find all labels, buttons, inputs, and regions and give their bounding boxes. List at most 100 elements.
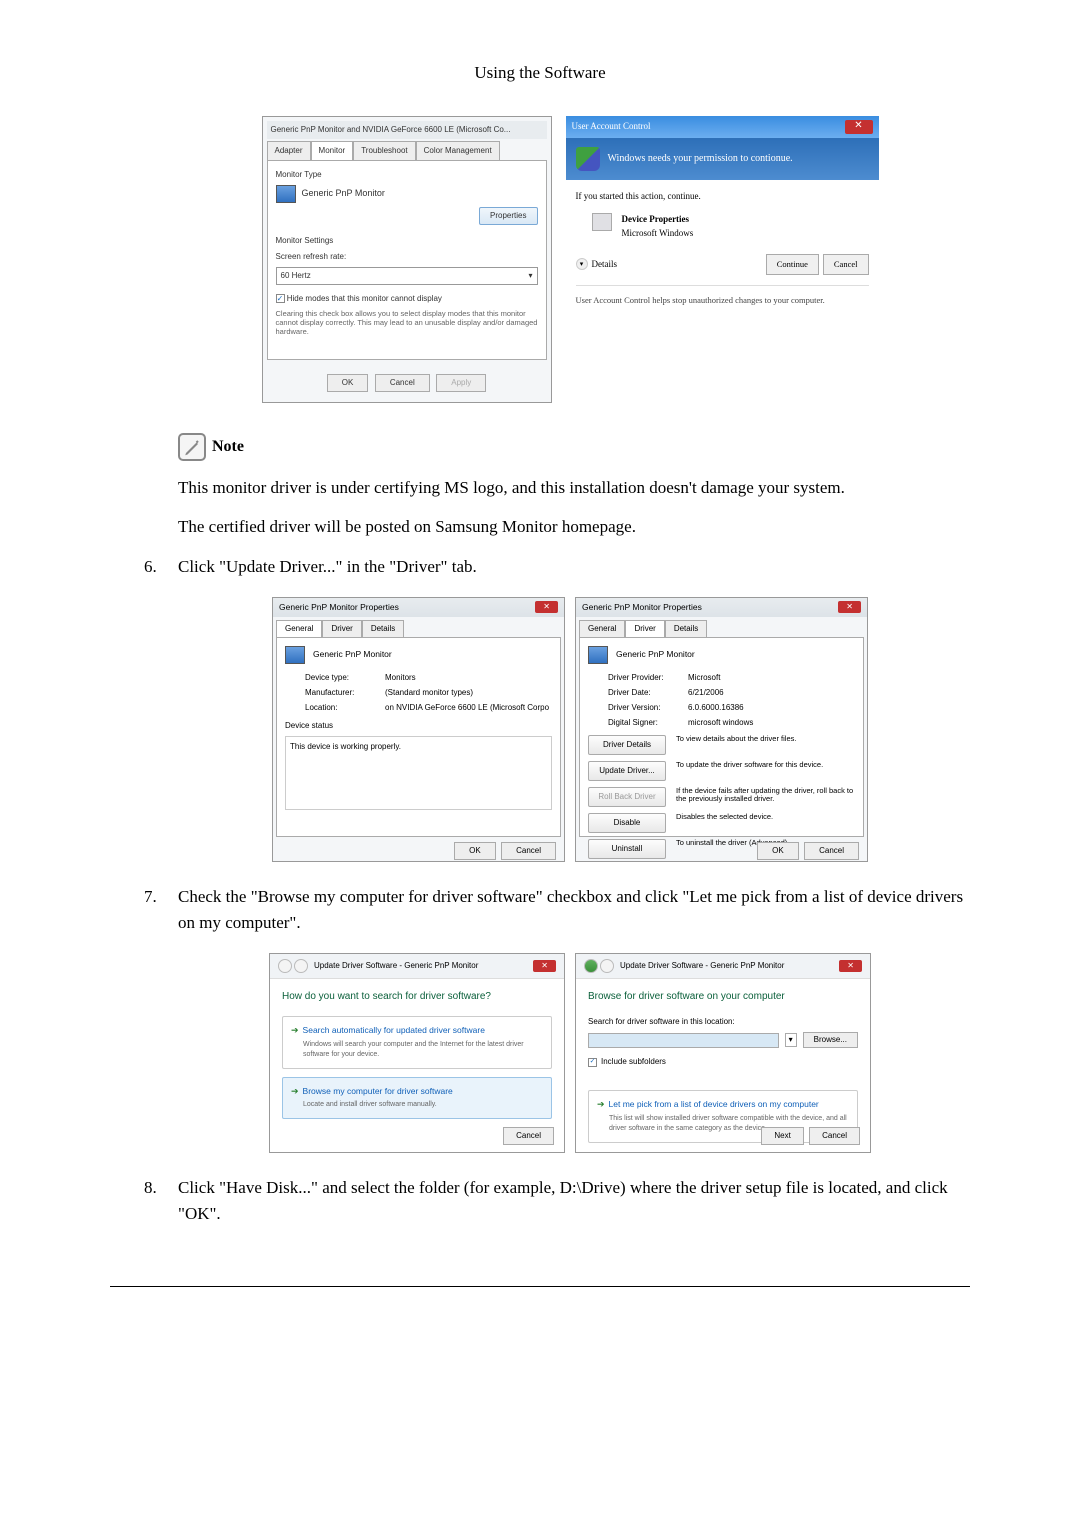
monitor-icon — [276, 185, 296, 203]
tab-general[interactable]: General — [276, 620, 322, 637]
option-search-auto[interactable]: ➔Search automatically for updated driver… — [282, 1016, 552, 1069]
device-status-box: This device is working properly. — [285, 736, 552, 810]
dialog-title-text: Generic PnP Monitor and NVIDIA GeForce 6… — [271, 124, 511, 136]
driver-details-button[interactable]: Driver Details — [588, 735, 666, 755]
version-key: Driver Version: — [608, 702, 688, 714]
cancel-button[interactable]: Cancel — [375, 374, 430, 392]
cancel-button[interactable]: Cancel — [823, 254, 869, 275]
update-driver-button[interactable]: Update Driver... — [588, 761, 666, 781]
cancel-button[interactable]: Cancel — [503, 1127, 554, 1145]
refresh-rate-dropdown[interactable]: 60 Hertz ▾ — [276, 267, 538, 285]
tab-driver[interactable]: Driver — [322, 620, 361, 637]
note-heading: Note — [110, 433, 970, 461]
dialog-titlebar: Generic PnP Monitor Properties ✕ — [273, 598, 564, 617]
next-button[interactable]: Next — [761, 1127, 803, 1145]
ok-button[interactable]: OK — [454, 842, 496, 860]
monitor-type-label: Monitor Type — [276, 169, 538, 181]
back-arrow-icon[interactable] — [278, 959, 292, 973]
details-button[interactable]: ▾ Details — [576, 258, 618, 272]
hide-modes-checkbox-row[interactable]: ✓ Hide modes that this monitor cannot di… — [276, 293, 538, 305]
cancel-button[interactable]: Cancel — [804, 842, 859, 860]
step-number: 7. — [144, 884, 160, 935]
step-number: 6. — [144, 554, 160, 580]
forward-arrow-icon — [600, 959, 614, 973]
tab-details[interactable]: Details — [665, 620, 707, 637]
close-icon[interactable]: ✕ — [535, 601, 558, 613]
manufacturer-value: (Standard monitor types) — [385, 687, 473, 699]
close-icon[interactable]: ✕ — [838, 601, 861, 613]
device-type-key: Device type: — [305, 672, 385, 684]
ok-button[interactable]: OK — [757, 842, 799, 860]
back-arrow-icon[interactable] — [584, 959, 598, 973]
title-text: Generic PnP Monitor Properties — [279, 601, 399, 614]
close-icon[interactable]: ✕ — [845, 120, 873, 134]
monitor-name: Generic PnP Monitor — [616, 648, 695, 661]
path-input[interactable] — [588, 1033, 779, 1048]
step-number: 8. — [144, 1175, 160, 1226]
date-value: 6/21/2006 — [688, 687, 724, 699]
uninstall-button[interactable]: Uninstall — [588, 839, 666, 859]
option-subtitle: Locate and install driver software manua… — [303, 1100, 543, 1111]
tab-general[interactable]: General — [579, 620, 625, 637]
tab-troubleshoot[interactable]: Troubleshoot — [353, 141, 415, 160]
program-icon — [592, 213, 612, 231]
version-value: 6.0.6000.16386 — [688, 702, 744, 714]
tabs: General Driver Details — [576, 617, 867, 637]
uac-footer-text: User Account Control helps stop unauthor… — [576, 285, 869, 307]
dropdown-arrow-icon[interactable]: ▾ — [785, 1033, 797, 1047]
roll-back-button[interactable]: Roll Back Driver — [588, 787, 666, 807]
close-icon[interactable]: ✕ — [839, 960, 862, 972]
driver-details-desc: To view details about the driver files. — [676, 735, 855, 744]
include-subfolders-checkbox[interactable]: ✓ Include subfolders — [588, 1056, 858, 1068]
cancel-button[interactable]: Cancel — [501, 842, 556, 860]
arrow-icon: ➔ — [291, 1024, 299, 1038]
step-8: 8. Click "Have Disk..." and select the f… — [144, 1175, 970, 1226]
breadcrumb: Update Driver Software - Generic PnP Mon… — [314, 960, 478, 972]
apply-button[interactable]: Apply — [436, 374, 486, 392]
hide-modes-hint: Clearing this check box allows you to se… — [276, 309, 538, 336]
date-key: Driver Date: — [608, 687, 688, 699]
tab-color-management[interactable]: Color Management — [416, 141, 500, 160]
monitor-icon — [588, 646, 608, 664]
disable-button[interactable]: Disable — [588, 813, 666, 833]
wizard-titlebar: Update Driver Software - Generic PnP Mon… — [576, 954, 870, 979]
monitor-settings-label: Monitor Settings — [276, 235, 538, 247]
close-icon[interactable]: ✕ — [533, 960, 556, 972]
tab-driver[interactable]: Driver — [625, 620, 664, 637]
arrow-icon: ➔ — [597, 1098, 605, 1112]
uac-banner: Windows needs your permission to contion… — [566, 138, 879, 180]
title-text: Generic PnP Monitor Properties — [582, 601, 702, 614]
uac-body: If you started this action, continue. De… — [566, 180, 879, 317]
tabs-row: Adapter Monitor Troubleshoot Color Manag… — [267, 141, 547, 160]
ok-button[interactable]: OK — [327, 374, 369, 392]
tab-adapter[interactable]: Adapter — [267, 141, 311, 160]
wizard-titlebar: Update Driver Software - Generic PnP Mon… — [270, 954, 564, 979]
tab-monitor[interactable]: Monitor — [311, 141, 354, 160]
dropdown-arrow-icon: ▾ — [528, 270, 532, 282]
step-7: 7. Check the "Browse my computer for dri… — [144, 884, 970, 935]
program-name: Device Properties — [622, 213, 694, 227]
location-value: on NVIDIA GeForce 6600 LE (Microsoft Cor… — [385, 702, 549, 714]
refresh-rate-label: Screen refresh rate: — [276, 251, 538, 263]
shield-icon — [576, 147, 600, 171]
wizard-search-dialog: Update Driver Software - Generic PnP Mon… — [269, 953, 565, 1153]
tab-details[interactable]: Details — [362, 620, 404, 637]
properties-button[interactable]: Properties — [479, 207, 537, 225]
monitor-dialog: Generic PnP Monitor and NVIDIA GeForce 6… — [262, 116, 552, 403]
monitor-icon — [285, 646, 305, 664]
search-label: Search for driver software in this locat… — [588, 1016, 858, 1028]
continue-button[interactable]: Continue — [766, 254, 819, 275]
checkbox-icon: ✓ — [276, 294, 285, 303]
note-paragraph-2: The certified driver will be posted on S… — [110, 514, 970, 540]
uac-controls-row: ▾ Details Continue Cancel — [576, 254, 869, 275]
option-browse-computer[interactable]: ➔Browse my computer for driver software … — [282, 1077, 552, 1119]
browse-button[interactable]: Browse... — [803, 1032, 858, 1048]
properties-general-dialog: Generic PnP Monitor Properties ✕ General… — [272, 597, 565, 862]
option-title: Let me pick from a list of device driver… — [609, 1098, 819, 1111]
properties-screenshots: Generic PnP Monitor Properties ✕ General… — [110, 597, 970, 862]
cancel-button[interactable]: Cancel — [809, 1127, 860, 1145]
step-text: Check the "Browse my computer for driver… — [178, 884, 970, 935]
disable-desc: Disables the selected device. — [676, 813, 855, 822]
page-title: Using the Software — [110, 60, 970, 86]
manufacturer-key: Manufacturer: — [305, 687, 385, 699]
